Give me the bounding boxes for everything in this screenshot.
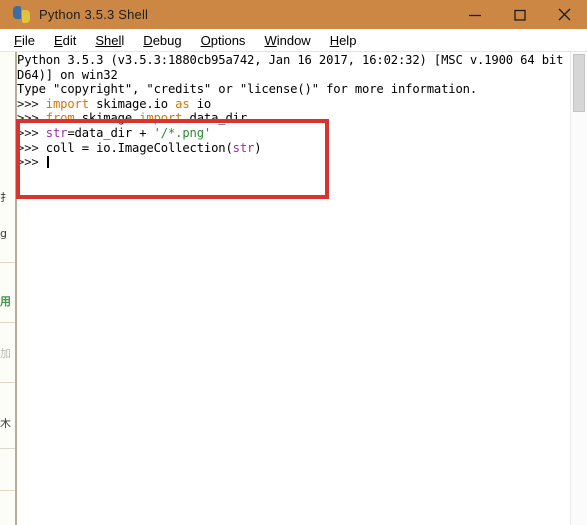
menu-bar: File Edit Shell Debug Options Window Help — [0, 29, 587, 52]
shell-output-area[interactable]: Python 3.5.3 (v3.5.3:1880cb95a742, Jan 1… — [17, 52, 570, 525]
menu-mnemonic: O — [200, 32, 211, 48]
code-token-kw: as — [175, 96, 190, 111]
banner-line-1: Python 3.5.3 (v3.5.3:1880cb95a742, Jan 1… — [17, 53, 570, 68]
code-token-plain: skimage.io — [88, 96, 176, 111]
menu-item-options[interactable]: Options — [201, 33, 246, 48]
vertical-scrollbar[interactable] — [570, 52, 587, 525]
menu-mnemonic: D — [143, 32, 153, 48]
shell-text-content: Python 3.5.3 (v3.5.3:1880cb95a742, Jan 1… — [17, 52, 570, 170]
code-token-plain: Type "copyright", "credits" or "license(… — [17, 82, 477, 97]
code-token-kw: import — [139, 111, 183, 126]
python-logo-icon — [13, 6, 30, 23]
menu-item-window[interactable]: Window — [264, 33, 310, 48]
code-token-str: '/*.png' — [153, 125, 212, 140]
text-cursor — [46, 156, 49, 169]
input-current-prompt: >>> — [17, 155, 570, 170]
menu-item-shell[interactable]: Shell — [95, 33, 124, 48]
banner-line-3: Type "copyright", "credits" or "license(… — [17, 82, 570, 97]
code-token-plain: io — [189, 96, 212, 111]
input-import-skimage-io: >>> import skimage.io as io — [17, 97, 570, 112]
vertical-scrollbar-thumb[interactable] — [573, 54, 585, 112]
input-imagecollection: >>> coll = io.ImageCollection(str) — [17, 141, 570, 156]
menu-mnemonic: F — [14, 32, 22, 48]
code-token-plain: Python 3.5.3 (v3.5.3:1880cb95a742, Jan 1… — [17, 53, 570, 67]
input-str-assign: >>> str=data_dir + '/*.png' — [17, 126, 570, 141]
menu-label-rest: indow — [276, 32, 311, 48]
menu-mnemonic: H — [329, 32, 340, 48]
code-token-builtin: str — [232, 140, 255, 155]
code-token-plain: coll = io.ImageCollection( — [45, 140, 233, 155]
close-button[interactable] — [542, 0, 587, 29]
menu-label-rest: ptions — [210, 32, 246, 48]
menu-label-rest: ile — [21, 32, 35, 48]
code-token-prompt: >>> — [17, 155, 46, 170]
code-token-plain: ) — [254, 140, 262, 155]
code-token-kw: import — [45, 96, 89, 111]
menu-item-help[interactable]: Help — [330, 33, 357, 48]
menu-item-file[interactable]: File — [14, 33, 35, 48]
code-token-prompt: >>> — [17, 111, 46, 126]
maximize-button[interactable] — [497, 0, 542, 29]
menu-label-rest: ebug — [152, 32, 182, 48]
window-title: Python 3.5.3 Shell — [39, 7, 149, 22]
menu-label-rest: dit — [62, 32, 77, 48]
menu-mnemonic: Shel — [95, 32, 122, 48]
code-token-builtin: str — [45, 125, 68, 140]
code-token-prompt: >>> — [17, 125, 46, 140]
menu-mnemonic: W — [264, 32, 277, 48]
window-controls — [452, 0, 587, 29]
menu-mnemonic: E — [53, 32, 63, 48]
code-token-plain: skimage — [74, 111, 140, 126]
code-token-prompt: >>> — [17, 96, 46, 111]
input-from-skimage-import: >>> from skimage import data_dir — [17, 111, 570, 126]
menu-label-rest: l — [121, 32, 125, 48]
code-token-kw: from — [45, 111, 75, 126]
menu-item-debug[interactable]: Debug — [143, 33, 181, 48]
python-shell-window: Python 3.5.3 Shell File Edit Shell Debug Opt — [0, 0, 587, 525]
code-token-plain: =data_dir + — [67, 125, 154, 140]
code-token-prompt: >>> — [17, 140, 46, 155]
code-token-plain: data_dir — [182, 111, 248, 126]
menu-item-edit[interactable]: Edit — [54, 33, 76, 48]
menu-label-rest: elp — [339, 32, 357, 48]
banner-line-2: D64)] on win32 — [17, 68, 570, 83]
title-bar[interactable]: Python 3.5.3 Shell — [0, 0, 587, 29]
minimize-button[interactable] — [452, 0, 497, 29]
code-token-plain: D64)] on win32 — [17, 67, 118, 82]
